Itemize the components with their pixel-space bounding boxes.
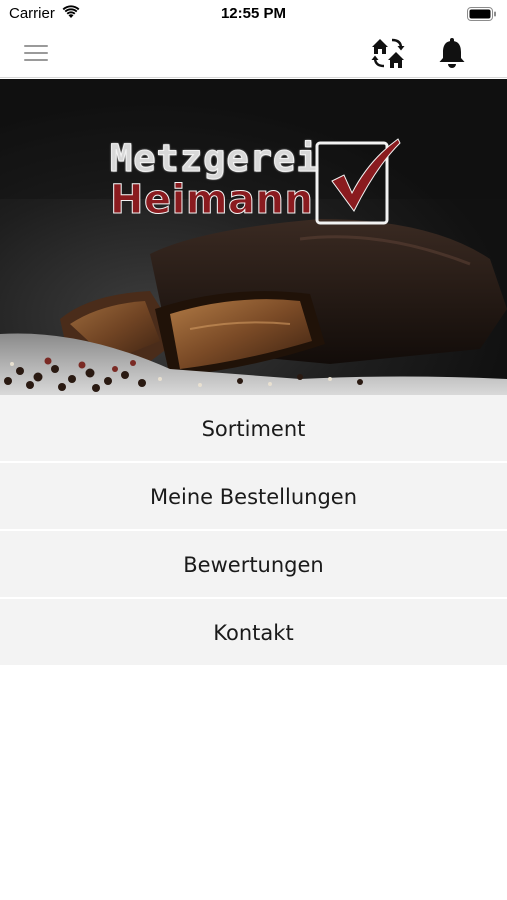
menu-item-sortiment[interactable]: Sortiment [0, 395, 507, 463]
menu-item-bewertungen[interactable]: Bewertungen [0, 531, 507, 599]
menu-item-kontakt[interactable]: Kontakt [0, 599, 507, 667]
logo-text-heimann: Heimann [109, 177, 314, 224]
bell-icon[interactable] [436, 36, 468, 70]
main-menu: Sortiment Meine Bestellungen Bewertungen… [0, 395, 507, 667]
clock: 12:55 PM [220, 5, 287, 22]
hamburger-menu-icon[interactable] [24, 42, 50, 64]
menu-item-meine-bestellungen[interactable]: Meine Bestellungen [0, 463, 507, 531]
switch-store-icon[interactable] [368, 34, 408, 72]
status-bar: Carrier 12:55 PM [0, 0, 507, 28]
navigation-bar [0, 28, 507, 78]
logo-text-metzgerei: Metzgerei [109, 137, 320, 181]
checkmark-box-icon [315, 138, 401, 225]
hero-background-image [0, 79, 507, 395]
battery-icon [467, 7, 496, 21]
hero-banner: Metzgerei Heimann [0, 79, 507, 395]
